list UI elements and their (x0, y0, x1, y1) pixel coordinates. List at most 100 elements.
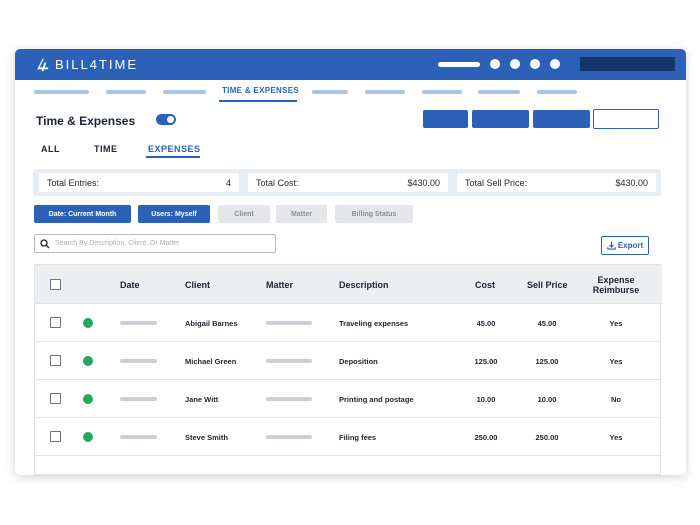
totals-bar: Total Entries: 4 Total Cost: $430.00 Tot… (33, 169, 661, 196)
brand-logo[interactable]: BILL4TIME (35, 57, 138, 72)
cell-client: Michael Green (185, 357, 237, 366)
tab-time[interactable]: TIME (94, 144, 118, 154)
filter-date[interactable]: Date: Current Month (34, 205, 131, 223)
total-cost-label: Total Cost: (256, 178, 299, 188)
header-action-button[interactable] (472, 110, 529, 128)
nav-item[interactable] (537, 90, 577, 94)
total-sell-price: Total Sell Price: $430.00 (457, 173, 656, 192)
total-entries: Total Entries: 4 (39, 173, 239, 192)
nav-item[interactable] (106, 90, 146, 94)
cell-sell-price: 45.00 (537, 319, 557, 328)
header-outline-button[interactable] (593, 109, 659, 129)
main-nav: TIME & EXPENSES (15, 80, 686, 102)
nav-item[interactable] (478, 90, 520, 94)
cell-cost: 125.00 (474, 357, 498, 366)
date-placeholder (120, 321, 157, 325)
export-button[interactable]: Export (601, 236, 649, 255)
filter-billing-status[interactable]: Billing Status (335, 205, 413, 223)
row-checkbox[interactable] (50, 393, 61, 404)
cell-reimburse: Yes (609, 433, 623, 442)
table-row[interactable]: Abigail Barnes Traveling expenses 45.00 … (35, 303, 662, 341)
download-icon (607, 241, 616, 250)
cell-cost: 10.00 (476, 395, 496, 404)
user-menu-placeholder[interactable] (580, 57, 675, 71)
table-row[interactable]: Jane Witt Printing and postage 10.00 10.… (35, 379, 662, 417)
cell-reimburse: Yes (609, 319, 623, 328)
nav-item[interactable] (163, 90, 206, 94)
toggle-knob (167, 116, 174, 123)
table-row-empty (35, 455, 662, 475)
header-action-button[interactable] (533, 110, 590, 128)
search-placeholder: Search By Description, Client, Or Matter (55, 240, 180, 247)
nav-item[interactable] (312, 90, 348, 94)
cell-description: Printing and postage (339, 395, 414, 404)
cell-reimburse: No (611, 395, 621, 404)
tab-all[interactable]: ALL (41, 144, 60, 154)
cell-sell-price: 125.00 (535, 357, 559, 366)
filter-client[interactable]: Client (218, 205, 270, 223)
header-description[interactable]: Description (339, 280, 389, 290)
header-date[interactable]: Date (120, 280, 140, 290)
app-window: BILL4TIME TIME & EXPENSES Time & Expense… (15, 49, 686, 475)
nav-item[interactable] (34, 90, 89, 94)
table-row[interactable]: Steve Smith Filing fees 250.00 250.00 Ye… (35, 417, 662, 455)
total-entries-label: Total Entries: (47, 178, 100, 188)
topbar-dot-icon[interactable] (490, 59, 500, 69)
total-entries-value: 4 (225, 178, 231, 188)
cell-client: Abigail Barnes (185, 319, 238, 328)
total-cost-value: $430.00 (407, 178, 440, 188)
tab-expenses[interactable]: EXPENSES (148, 144, 201, 154)
topbar-dot-icon[interactable] (510, 59, 520, 69)
matter-placeholder (266, 397, 312, 401)
top-bar: BILL4TIME (15, 49, 686, 80)
search-icon (40, 239, 50, 249)
date-placeholder (120, 435, 157, 439)
brand-name: BILL4TIME (55, 57, 139, 72)
row-checkbox[interactable] (50, 317, 61, 328)
row-checkbox[interactable] (50, 431, 61, 442)
status-dot-icon (83, 432, 93, 442)
topbar-dot-icon[interactable] (530, 59, 540, 69)
menu-placeholder[interactable] (438, 62, 480, 67)
header-sell-price[interactable]: Sell Price (527, 280, 568, 290)
total-sell-label: Total Sell Price: (465, 178, 528, 188)
total-sell-value: $430.00 (615, 178, 648, 188)
cell-description: Deposition (339, 357, 378, 366)
topbar-dot-icon[interactable] (550, 59, 560, 69)
header-reimburse-line2: Reimburse (592, 285, 640, 295)
matter-placeholder (266, 359, 312, 363)
cell-reimburse: Yes (609, 357, 623, 366)
tab-active-indicator (146, 156, 200, 158)
nav-item[interactable] (365, 90, 405, 94)
nav-item[interactable] (422, 90, 462, 94)
export-label: Export (617, 241, 644, 250)
table-header: Date Client Matter Description Cost Sell… (35, 265, 662, 303)
cell-sell-price: 10.00 (537, 395, 557, 404)
header-expense-reimburse[interactable]: Expense Reimburse (591, 275, 641, 295)
header-matter[interactable]: Matter (266, 280, 293, 290)
header-action-button[interactable] (423, 110, 468, 128)
select-all-checkbox[interactable] (50, 279, 61, 290)
header-client[interactable]: Client (185, 280, 210, 290)
nav-active-indicator (219, 100, 297, 102)
matter-placeholder (266, 321, 312, 325)
cell-description: Traveling expenses (339, 319, 409, 328)
bill4time-logo-icon (36, 58, 49, 72)
view-toggle[interactable] (156, 114, 176, 125)
status-dot-icon (83, 356, 93, 366)
status-dot-icon (83, 318, 93, 328)
date-placeholder (120, 359, 157, 363)
table-row[interactable]: Michael Green Deposition 125.00 125.00 Y… (35, 341, 662, 379)
page-title: Time & Expenses (36, 114, 136, 128)
row-checkbox[interactable] (50, 355, 61, 366)
filter-matter[interactable]: Matter (276, 205, 327, 223)
search-input[interactable]: Search By Description, Client, Or Matter (34, 234, 276, 253)
expenses-table: Date Client Matter Description Cost Sell… (34, 264, 662, 475)
date-placeholder (120, 397, 157, 401)
filter-users[interactable]: Users: Myself (138, 205, 210, 223)
nav-item-time-expenses[interactable]: TIME & EXPENSES (222, 86, 299, 95)
cell-description: Filing fees (339, 433, 377, 442)
header-cost[interactable]: Cost (475, 280, 495, 290)
cell-client: Jane Witt (185, 395, 219, 404)
header-reimburse-line1: Expense (597, 275, 635, 285)
